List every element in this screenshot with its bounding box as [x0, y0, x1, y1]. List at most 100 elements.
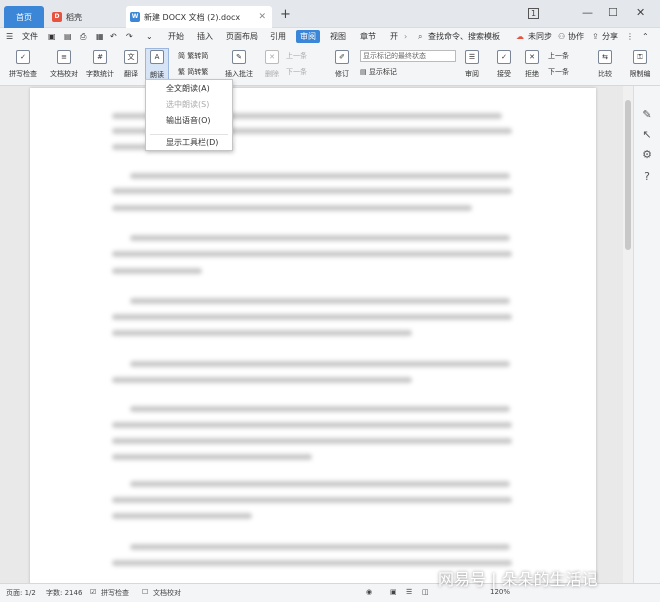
share-icon: ⇪	[592, 32, 599, 41]
outline-view-icon[interactable]: ☰	[406, 588, 412, 596]
tab-docer[interactable]: D 稻壳	[48, 6, 122, 28]
prev-comment-label: 上一条	[286, 52, 307, 60]
more-options-icon[interactable]: ⋮	[626, 30, 634, 43]
close-tab-icon[interactable]: ✕	[258, 12, 266, 22]
next-comment-button[interactable]: 下一条	[286, 67, 326, 77]
collab-button[interactable]: 协作	[568, 30, 584, 43]
menu-start[interactable]: 开始	[168, 30, 184, 43]
save-icon[interactable]: ▣	[48, 30, 56, 43]
select-read-item[interactable]: 选中朗读(S)	[146, 98, 232, 112]
tab-document[interactable]: W 新建 DOCX 文档 (2).docx ✕	[126, 6, 272, 28]
maximize-button[interactable]: ☐	[608, 6, 618, 19]
menu-review[interactable]: 审阅	[296, 30, 320, 43]
simp-to-trad-label: 简转繁	[187, 68, 209, 76]
watermark-text: 网易号 | 朵朵的生活记	[438, 570, 598, 589]
word-count[interactable]: 字数: 2146	[46, 588, 82, 598]
show-toolbar-item[interactable]: 显示工具栏(D)	[146, 136, 232, 150]
translate-button[interactable]: 文翻译	[118, 50, 144, 79]
delete-comment-label: 删除	[265, 70, 279, 78]
read-aloud-button[interactable]: A 朗读	[145, 48, 169, 82]
track-changes-button[interactable]: ✐ 修订	[330, 50, 354, 79]
customize-icon[interactable]: ⌄	[146, 30, 153, 43]
review-ribbon: ✓ 拼写检查 ≡ 文档校对 # 字数统计 文翻译 A 朗读 简 繁转简 繁 简转繁 ✎ 插…	[0, 45, 660, 86]
word-doc-icon: W	[130, 12, 140, 22]
page-count-badge[interactable]: 1	[528, 8, 540, 19]
help-icon[interactable]: ?	[640, 170, 654, 184]
page-indicator[interactable]: 页面: 1/2	[6, 588, 36, 598]
pointer-icon[interactable]: ↖	[640, 128, 654, 142]
compare-button[interactable]: ⇆ 比较	[594, 50, 616, 79]
proof-status-icon: ☐	[142, 588, 149, 596]
collapse-ribbon-icon[interactable]: ⌃	[642, 30, 649, 43]
prev-change-label: 上一条	[548, 52, 569, 60]
web-view-icon[interactable]: ◫	[422, 588, 429, 596]
track-changes-icon: ✐	[335, 50, 349, 64]
proofread-button[interactable]: ≡ 文档校对	[46, 50, 82, 79]
proof-status[interactable]: 文档校对	[153, 588, 181, 598]
compare-icon: ⇆	[598, 50, 612, 64]
prev-comment-button[interactable]: 上一条	[286, 51, 326, 61]
page-view-icon[interactable]: ▣	[390, 588, 397, 596]
show-markup-button[interactable]: ▤ 显示标记	[360, 67, 420, 77]
document-page[interactable]	[30, 88, 596, 583]
reviewer-icon: ☰	[465, 50, 479, 64]
delete-comment-button[interactable]: ✕ 删除	[260, 50, 284, 79]
menu-more-icon[interactable]: ›	[404, 30, 407, 43]
reject-label: 拒绝	[525, 70, 539, 78]
next-comment-label: 下一条	[286, 68, 307, 76]
preview-icon[interactable]: ▦	[96, 30, 104, 43]
wordcount-label: 字数统计	[86, 70, 114, 78]
undo-icon[interactable]: ↶	[110, 30, 117, 43]
search-icon: ⌕	[418, 32, 423, 41]
menu-file[interactable]: 文件	[22, 30, 38, 43]
tab-home[interactable]: 首页	[4, 6, 44, 28]
print-icon[interactable]: ⎙	[80, 30, 86, 43]
settings-sliders-icon[interactable]: ⚙	[640, 148, 654, 162]
document-area[interactable]	[0, 86, 623, 583]
spellcheck-status-icon: ☑	[90, 588, 97, 596]
trad-to-simp-button[interactable]: 简 繁转简	[178, 51, 216, 61]
lock-icon: ⚿	[633, 50, 647, 64]
reject-button[interactable]: ✕ 拒绝	[520, 50, 544, 79]
command-search[interactable]: 查找命令、搜索模板	[428, 30, 500, 43]
title-bar: 首页 D 稻壳 W 新建 DOCX 文档 (2).docx ✕ + 1 — ☐ …	[0, 0, 660, 28]
next-change-button[interactable]: 下一条	[548, 67, 586, 77]
minimize-button[interactable]: —	[582, 6, 593, 19]
restrict-edit-button[interactable]: ⚿ 限制编	[624, 50, 656, 79]
restrict-edit-label: 限制编	[629, 70, 651, 78]
menu-section[interactable]: 章节	[360, 30, 376, 43]
share-button[interactable]: 分享	[602, 30, 618, 43]
pen-icon[interactable]: ✎	[640, 108, 654, 122]
cloud-sync-icon: ☁	[516, 32, 524, 41]
menu-layout[interactable]: 页面布局	[226, 30, 258, 43]
eye-icon[interactable]: ◉	[366, 588, 372, 596]
spellcheck-button[interactable]: ✓ 拼写检查	[6, 50, 40, 79]
accept-button[interactable]: ✓ 接受	[492, 50, 516, 79]
menu-view[interactable]: 视图	[330, 30, 346, 43]
folder-icon[interactable]: ▤	[64, 30, 72, 43]
markup-state-value: 显示标记的最终状态	[363, 52, 426, 60]
spellcheck-icon: ✓	[16, 50, 30, 64]
insert-comment-button[interactable]: ✎ 插入批注	[222, 50, 256, 79]
menu-reference[interactable]: 引用	[270, 30, 286, 43]
sync-status[interactable]: 未同步	[528, 30, 552, 43]
comment-icon: ✎	[232, 50, 246, 64]
reviewer-button[interactable]: ☰ 审阅	[460, 50, 484, 79]
prev-change-button[interactable]: 上一条	[548, 51, 586, 61]
menu-dev[interactable]: 开	[390, 30, 398, 43]
hamburger-icon[interactable]: ☰	[6, 30, 13, 43]
scrollbar-thumb[interactable]	[625, 100, 631, 250]
redo-icon[interactable]: ↷	[126, 30, 133, 43]
simp-to-trad-button[interactable]: 繁 简转繁	[178, 67, 216, 77]
vertical-scrollbar[interactable]	[623, 86, 633, 583]
full-read-item[interactable]: 全文朗读(A)	[146, 82, 232, 96]
close-window-button[interactable]: ✕	[636, 6, 645, 19]
export-audio-item[interactable]: 输出语音(O)	[146, 114, 232, 128]
menu-insert[interactable]: 插入	[197, 30, 213, 43]
wordcount-button[interactable]: # 字数统计	[84, 50, 116, 79]
translate-icon: 文	[124, 50, 138, 64]
new-tab-button[interactable]: +	[280, 7, 291, 22]
markup-state-select[interactable]: 显示标记的最终状态	[360, 50, 456, 62]
spellcheck-status[interactable]: 拼写检查	[101, 588, 129, 598]
proofread-icon: ≡	[57, 50, 71, 64]
